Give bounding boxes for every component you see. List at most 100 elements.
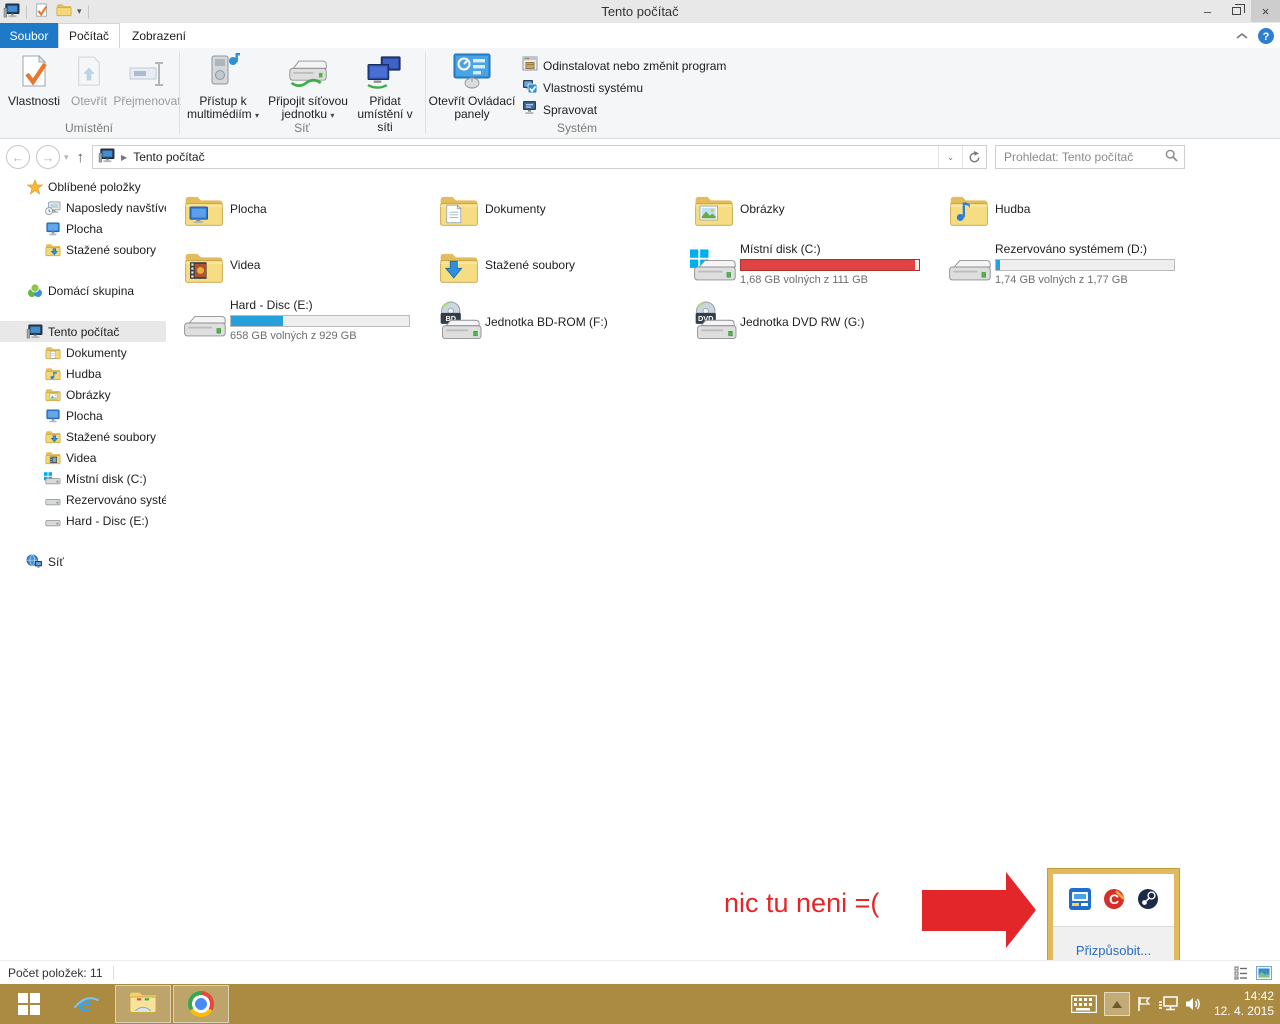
sidebar-item[interactable]: Plocha [0, 405, 166, 426]
steam-icon[interactable] [1137, 888, 1159, 913]
media-access-button[interactable]: Přístup k multimédiím ▾ [184, 52, 262, 122]
search-input[interactable] [996, 150, 1165, 164]
uninstall-icon [522, 56, 538, 75]
breadcrumb-location[interactable]: Tento počítač [133, 150, 204, 164]
bd-drive-icon: BD [433, 296, 485, 350]
quick-access-toolbar: ▾ [0, 3, 91, 21]
qat-dropdown-icon[interactable]: ▾ [77, 6, 82, 17]
tab-computer[interactable]: Počítač [58, 23, 120, 48]
restore-button[interactable] [1222, 0, 1251, 22]
touch-keyboard-icon[interactable] [1071, 995, 1097, 1013]
clock[interactable]: 14:42 12. 4. 2015 [1214, 989, 1274, 1019]
volume-icon[interactable] [1185, 996, 1203, 1012]
open-icon [75, 56, 103, 92]
optical-item[interactable]: BDJednotka BD-ROM (F:) [433, 296, 683, 350]
drive-item[interactable]: Hard - Disc (E:)658 GB volných z 929 GB [178, 296, 428, 350]
breadcrumb[interactable]: ▶ Tento počítač ⌄ [92, 145, 987, 169]
tab-file[interactable]: Soubor [0, 23, 58, 48]
folder-item[interactable]: Obrázky [688, 183, 938, 237]
ribbon-group-label: Systém [426, 121, 728, 135]
sidebar-item[interactable]: Obrázky [0, 384, 166, 405]
manage-button[interactable]: Spravovat [522, 100, 597, 119]
window-title: Tento počítač [0, 4, 1280, 19]
network-icon[interactable] [1158, 996, 1178, 1012]
chevron-down-icon: ▾ [255, 111, 259, 120]
folder-item[interactable]: Videa [178, 240, 428, 294]
folder-item[interactable]: Stažené soubory [433, 240, 683, 294]
items-count: Počet položek: 11 [0, 966, 103, 980]
taskbar-explorer-button[interactable] [115, 985, 171, 1023]
ribbon-group-label: Umístění [0, 121, 178, 135]
folder-item[interactable]: Hudba [943, 183, 1193, 237]
rename-icon [129, 56, 165, 92]
media-server-icon [206, 56, 240, 92]
customize-link[interactable]: Přizpůsobit... [1076, 943, 1151, 958]
drive-item[interactable]: Rezervováno systémem (D:)1,74 GB volných… [943, 240, 1193, 294]
taskbar-ie-button[interactable]: e [57, 984, 114, 1024]
documents-folder-icon [433, 183, 485, 237]
open-button[interactable]: Otevřít [64, 52, 114, 108]
action-center-flag-icon[interactable] [1137, 996, 1151, 1012]
collapse-ribbon-icon[interactable] [1236, 32, 1248, 40]
free-space-text: 658 GB volných z 929 GB [230, 330, 410, 342]
sidebar-item[interactable]: Plocha [0, 218, 166, 239]
new-folder-qat-button[interactable] [55, 3, 73, 21]
folder-item[interactable]: Dokumenty [433, 183, 683, 237]
sidebar-item[interactable]: Naposledy navštívené [0, 197, 166, 218]
sidebar-item[interactable]: Síť [0, 551, 166, 572]
forward-button[interactable]: → [36, 145, 60, 169]
properties-qat-button[interactable] [33, 3, 51, 21]
close-button[interactable]: × [1251, 0, 1280, 22]
sidebar-item[interactable]: Místní disk (C:) [0, 468, 166, 489]
control-panel-icon [452, 56, 492, 92]
sidebar-item[interactable]: Tento počítač [0, 321, 166, 342]
tray-date: 12. 4. 2015 [1214, 1004, 1274, 1019]
search-icon[interactable] [1165, 149, 1178, 165]
previous-locations-icon[interactable]: ⌄ [938, 146, 962, 168]
sidebar-item[interactable]: Domácí skupina [0, 280, 166, 301]
uninstall-program-button[interactable]: Odinstalovat nebo změnit program [522, 56, 726, 75]
capacity-bar [740, 259, 920, 271]
sidebar-item[interactable]: Hudba [0, 363, 166, 384]
properties-button[interactable]: Vlastnosti [6, 52, 62, 108]
music-folder-icon [943, 183, 995, 237]
map-network-drive-button[interactable]: Připojit síťovou jednotku ▾ [266, 52, 350, 122]
open-control-panel-button[interactable]: Otevřít Ovládací panely [428, 52, 516, 121]
recent-places-icon [44, 200, 61, 216]
recent-locations-icon[interactable]: ▾ [64, 152, 69, 163]
show-hidden-icons-button[interactable] [1104, 992, 1130, 1016]
downloads-folder-icon [433, 240, 485, 294]
taskbar-chrome-button[interactable] [173, 985, 229, 1023]
pictures-folder-icon [688, 183, 740, 237]
sidebar-item[interactable]: Videa [0, 447, 166, 468]
blue-app-icon[interactable] [1069, 888, 1091, 913]
sidebar-item[interactable]: Rezervováno systémem (D:) [0, 489, 166, 510]
sidebar-item[interactable]: Stažené soubory [0, 426, 166, 447]
optical-item[interactable]: DVDJednotka DVD RW (G:) [688, 296, 938, 350]
system-properties-button[interactable]: Vlastnosti systému [522, 78, 643, 97]
sidebar-item[interactable]: Hard - Disc (E:) [0, 510, 166, 531]
tab-view[interactable]: Zobrazení [120, 23, 198, 48]
sidebar-item[interactable]: Stažené soubory [0, 239, 166, 260]
ribbon-tab-row: Soubor Počítač Zobrazení [0, 23, 1280, 48]
folder-item[interactable]: Plocha [178, 183, 428, 237]
start-button[interactable] [0, 984, 57, 1024]
thumbnails-view-icon[interactable] [1256, 966, 1272, 980]
sidebar-item-label: Tento počítač [48, 325, 119, 339]
minimize-button[interactable]: – [1193, 0, 1222, 22]
help-icon[interactable]: ? [1258, 28, 1274, 44]
item-label: Jednotka BD-ROM (F:) [485, 315, 608, 329]
documents-icon [44, 345, 61, 361]
back-button[interactable]: ← [6, 145, 30, 169]
rename-button[interactable]: Přejmenovat [108, 52, 186, 108]
address-bar: ← → ▾ ↑ ▶ Tento počítač ⌄ [0, 140, 1280, 174]
breadcrumb-caret-icon: ▶ [121, 153, 127, 162]
drive-item[interactable]: Místní disk (C:)1,68 GB volných z 111 GB [688, 240, 938, 294]
refresh-icon[interactable] [962, 146, 986, 168]
details-view-icon[interactable] [1234, 966, 1248, 980]
ccleaner-icon[interactable]: C [1103, 888, 1125, 913]
sidebar-item-label: Hudba [66, 367, 101, 381]
sidebar-item[interactable]: Oblíbené položky [0, 176, 166, 197]
up-button[interactable]: ↑ [77, 149, 85, 166]
sidebar-item[interactable]: Dokumenty [0, 342, 166, 363]
